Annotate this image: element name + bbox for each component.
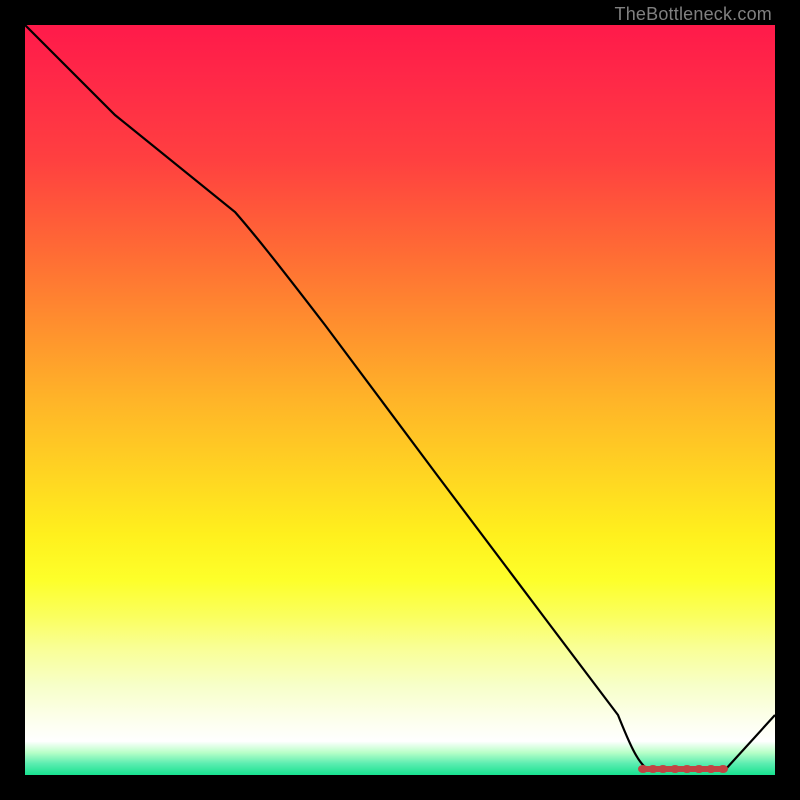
- plot-area: [25, 25, 775, 775]
- chart-container: TheBottleneck.com: [0, 0, 800, 800]
- watermark-text: TheBottleneck.com: [615, 4, 772, 25]
- chart-svg: [25, 25, 775, 775]
- marker-group: [638, 765, 728, 773]
- curve-line: [25, 25, 775, 770]
